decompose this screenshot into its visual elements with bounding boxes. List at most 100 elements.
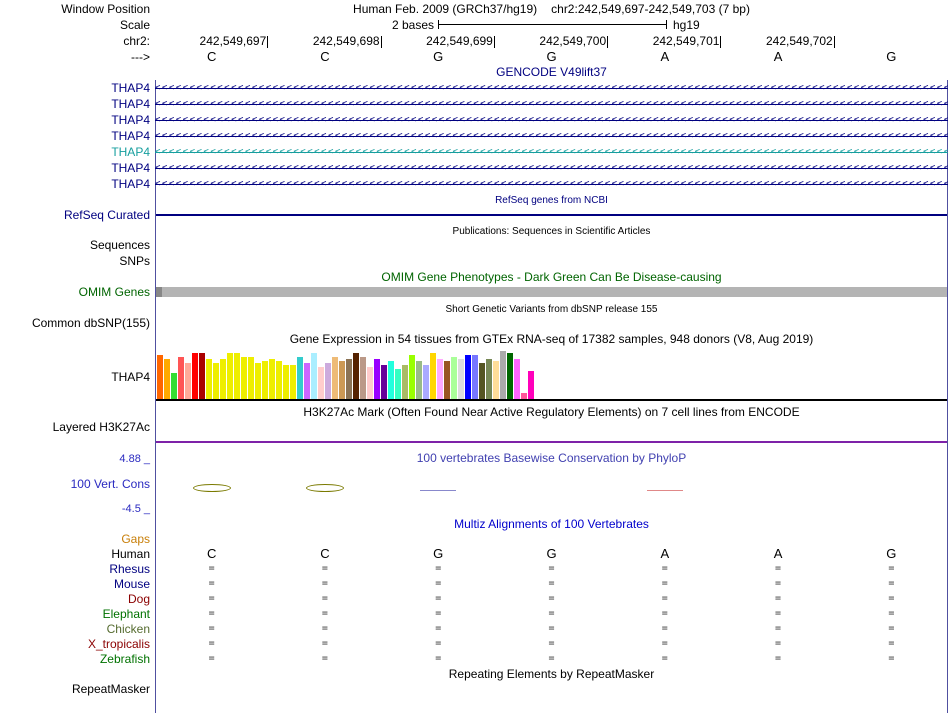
sequences-label[interactable]: Sequences <box>0 238 150 252</box>
layered-h3k27ac-label[interactable]: Layered H3K27Ac <box>0 420 150 434</box>
gtex-expression-bar[interactable] <box>388 361 394 399</box>
gtex-track-title[interactable]: Gene Expression in 54 tissues from GTEx … <box>155 333 948 346</box>
gencode-transcript-label[interactable]: THAP4 <box>0 129 150 143</box>
h3k27ac-track-title[interactable]: H3K27Ac Mark (Often Found Near Active Re… <box>155 406 948 419</box>
conservation-track-label[interactable]: 100 Vert. Cons <box>0 477 150 491</box>
gtex-expression-bar[interactable] <box>416 361 422 399</box>
gtex-expression-bar[interactable] <box>528 371 534 399</box>
gtex-expression-bar[interactable] <box>255 363 261 399</box>
gtex-expression-bar[interactable] <box>248 357 254 399</box>
repeatmasker-track-title[interactable]: Repeating Elements by RepeatMasker <box>155 668 948 681</box>
gtex-expression-bar[interactable] <box>479 363 485 399</box>
conservation-peak-mark[interactable] <box>305 484 344 492</box>
gtex-expression-bar[interactable] <box>290 365 296 399</box>
gencode-track-title[interactable]: GENCODE V49lift37 <box>155 66 948 79</box>
dbsnp-track-title[interactable]: Short Genetic Variants from dbSNP releas… <box>155 303 948 316</box>
gtex-expression-bar[interactable] <box>353 353 359 399</box>
multiz-row-label-x-tropicalis[interactable]: X_tropicalis <box>0 637 150 651</box>
gtex-expression-bar[interactable] <box>332 357 338 399</box>
alignment-double-line: = <box>435 608 442 619</box>
gencode-transcript-label[interactable]: THAP4 <box>0 97 150 111</box>
gtex-expression-bar[interactable] <box>465 355 471 399</box>
gencode-transcript-label[interactable]: THAP4 <box>0 145 150 159</box>
gtex-expression-bar[interactable] <box>241 357 247 399</box>
gtex-expression-bar[interactable] <box>171 373 177 399</box>
gtex-expression-bar[interactable] <box>458 359 464 399</box>
multiz-row-label-rhesus[interactable]: Rhesus <box>0 562 150 576</box>
gtex-expression-bar[interactable] <box>423 365 429 399</box>
repeatmasker-label[interactable]: RepeatMasker <box>0 682 150 696</box>
gtex-expression-bar[interactable] <box>360 357 366 399</box>
refseq-track-title[interactable]: RefSeq genes from NCBI <box>155 194 948 207</box>
common-dbsnp-label[interactable]: Common dbSNP(155) <box>0 316 150 330</box>
multiz-row-label-elephant[interactable]: Elephant <box>0 607 150 621</box>
gtex-expression-bar[interactable] <box>234 353 240 399</box>
gtex-expression-bar[interactable] <box>192 353 198 399</box>
gtex-expression-bar[interactable] <box>213 363 219 399</box>
gtex-expression-bar[interactable] <box>164 359 170 399</box>
conservation-line-mark[interactable] <box>420 490 457 491</box>
multiz-row-label-gaps[interactable]: Gaps <box>0 532 150 546</box>
omim-genes-track-bar[interactable] <box>155 287 948 297</box>
gtex-expression-bar[interactable] <box>199 353 205 399</box>
gencode-transcript-label[interactable]: THAP4 <box>0 81 150 95</box>
gtex-expression-bar[interactable] <box>297 357 303 399</box>
gencode-transcript-label[interactable]: THAP4 <box>0 113 150 127</box>
gtex-expression-bar[interactable] <box>374 359 380 399</box>
gtex-track-baseline[interactable] <box>155 399 948 401</box>
gtex-expression-bar[interactable] <box>514 359 520 399</box>
publications-track-title[interactable]: Publications: Sequences in Scientific Ar… <box>155 225 948 238</box>
gtex-expression-bar[interactable] <box>451 357 457 399</box>
gtex-expression-bar[interactable] <box>157 355 163 399</box>
conservation-line-mark[interactable] <box>646 490 683 491</box>
gtex-expression-bar[interactable] <box>283 365 289 399</box>
gtex-expression-bar[interactable] <box>304 363 310 399</box>
multiz-row-label-human[interactable]: Human <box>0 547 150 561</box>
gtex-expression-bar[interactable] <box>486 359 492 399</box>
multiz-track-title[interactable]: Multiz Alignments of 100 Vertebrates <box>155 518 948 531</box>
h3k27ac-track-line[interactable] <box>155 441 948 443</box>
gtex-expression-bar[interactable] <box>178 357 184 399</box>
gtex-expression-bar[interactable] <box>269 359 275 399</box>
gtex-expression-bar[interactable] <box>367 367 373 399</box>
multiz-row-label-dog[interactable]: Dog <box>0 592 150 606</box>
multiz-row-label-chicken[interactable]: Chicken <box>0 622 150 636</box>
gtex-expression-bar[interactable] <box>185 363 191 399</box>
alignment-double-line: = <box>661 608 668 619</box>
gtex-expression-bar[interactable] <box>262 361 268 399</box>
refseq-curated-track[interactable] <box>155 214 948 216</box>
omim-genes-track-bar-segment[interactable] <box>155 287 162 297</box>
gtex-expression-bar[interactable] <box>521 393 527 399</box>
omim-genes-label[interactable]: OMIM Genes <box>0 285 150 299</box>
snps-label[interactable]: SNPs <box>0 254 150 268</box>
gtex-expression-bar[interactable] <box>339 361 345 399</box>
gtex-expression-bar[interactable] <box>227 353 233 399</box>
gencode-transcript-label[interactable]: THAP4 <box>0 177 150 191</box>
gtex-expression-bar[interactable] <box>472 355 478 399</box>
gtex-expression-bar[interactable] <box>493 361 499 399</box>
gtex-expression-bar[interactable] <box>402 365 408 399</box>
gtex-expression-bar[interactable] <box>409 355 415 399</box>
multiz-row-label-mouse[interactable]: Mouse <box>0 577 150 591</box>
refseq-curated-label[interactable]: RefSeq Curated <box>0 208 150 222</box>
gtex-expression-bar[interactable] <box>346 359 352 399</box>
gtex-expression-bar[interactable] <box>276 361 282 399</box>
multiz-row-label-zebrafish[interactable]: Zebrafish <box>0 652 150 666</box>
gtex-expression-bar[interactable] <box>220 359 226 399</box>
gtex-expression-bar[interactable] <box>507 353 513 399</box>
gtex-expression-bar[interactable] <box>437 359 443 399</box>
omim-track-title[interactable]: OMIM Gene Phenotypes - Dark Green Can Be… <box>155 271 948 284</box>
gtex-expression-bar[interactable] <box>430 353 436 399</box>
gtex-expression-bar[interactable] <box>381 365 387 399</box>
conservation-track-title[interactable]: 100 vertebrates Basewise Conservation by… <box>155 452 948 465</box>
gtex-expression-bar[interactable] <box>206 359 212 399</box>
conservation-peak-mark[interactable] <box>192 484 231 492</box>
gtex-expression-bar[interactable] <box>311 353 317 399</box>
gtex-gene-label[interactable]: THAP4 <box>0 370 150 384</box>
gtex-expression-bar[interactable] <box>444 361 450 399</box>
gtex-expression-bar[interactable] <box>318 367 324 399</box>
gencode-transcript-label[interactable]: THAP4 <box>0 161 150 175</box>
gtex-expression-bar[interactable] <box>500 351 506 399</box>
gtex-expression-bar[interactable] <box>325 363 331 399</box>
gtex-expression-bar[interactable] <box>395 369 401 399</box>
